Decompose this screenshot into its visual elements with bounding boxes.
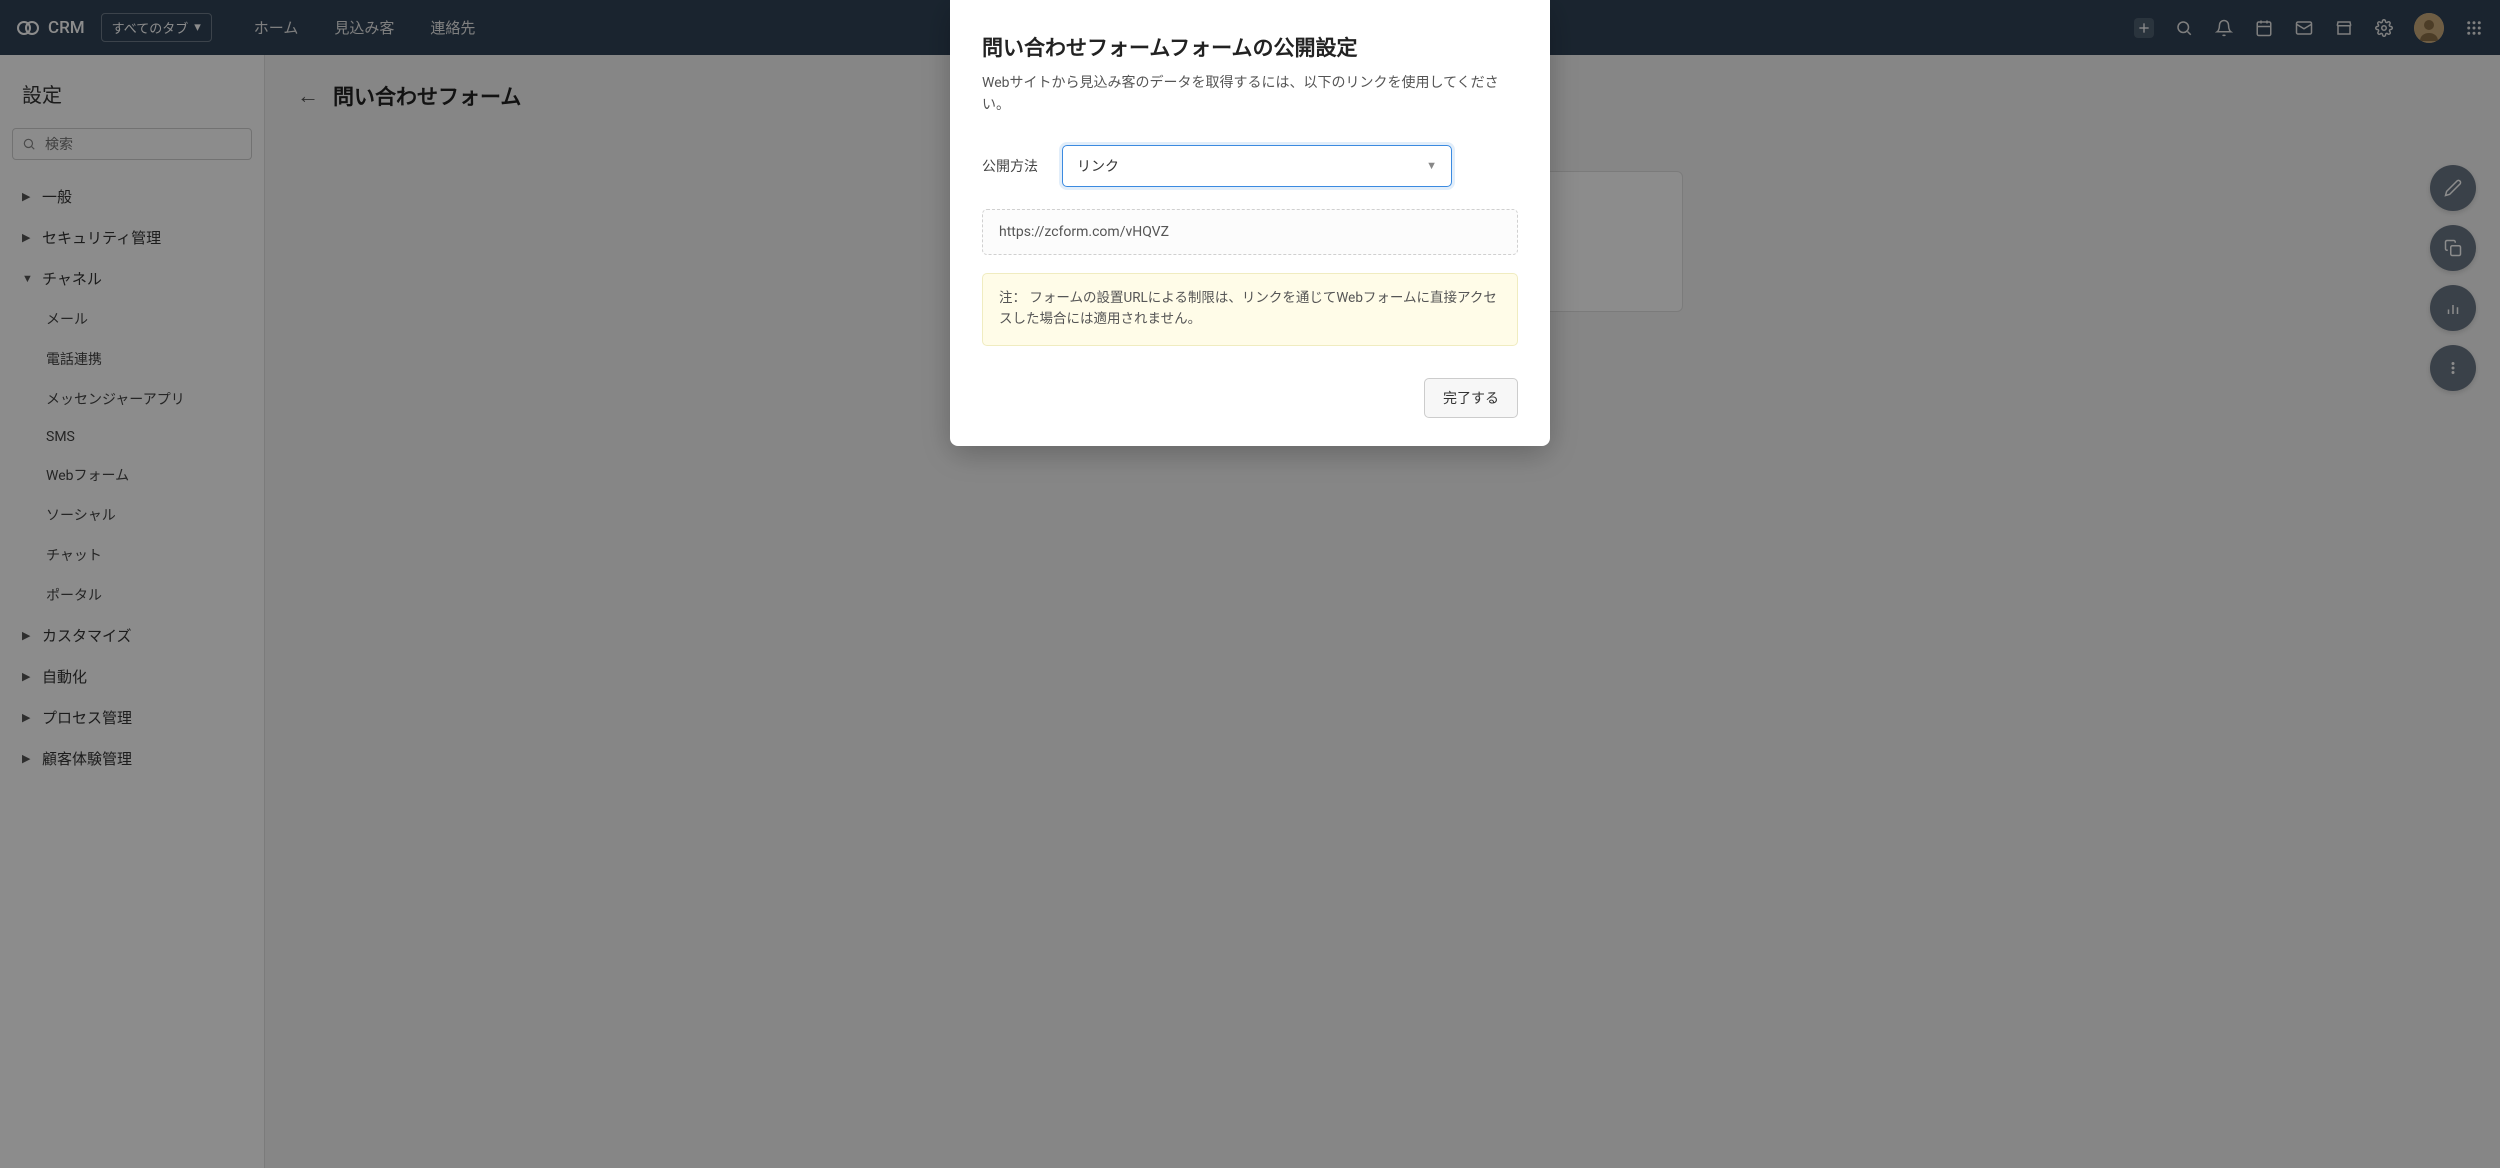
done-button[interactable]: 完了する: [1424, 378, 1518, 418]
publish-settings-modal: 問い合わせフォームフォームの公開設定 Webサイトから見込み客のデータを取得する…: [950, 0, 1550, 446]
modal-subtitle: Webサイトから見込み客のデータを取得するには、以下のリンクを使用してください。: [982, 72, 1518, 117]
publish-method-label: 公開方法: [982, 156, 1042, 176]
publish-method-select[interactable]: リンク ▼: [1062, 145, 1452, 187]
note-text: フォームの設置URLによる制限は、リンクを通じてWebフォームに直接アクセスした…: [999, 290, 1497, 328]
publish-method-value: リンク: [1077, 156, 1119, 176]
chevron-down-icon: ▼: [1426, 159, 1437, 172]
note-label: 注：: [999, 290, 1026, 306]
modal-note: 注： フォームの設置URLによる制限は、リンクを通じてWebフォームに直接アクセ…: [982, 273, 1518, 346]
modal-title: 問い合わせフォームフォームの公開設定: [982, 32, 1518, 62]
publish-url-box[interactable]: https://zcform.com/vHQVZ: [982, 209, 1518, 255]
